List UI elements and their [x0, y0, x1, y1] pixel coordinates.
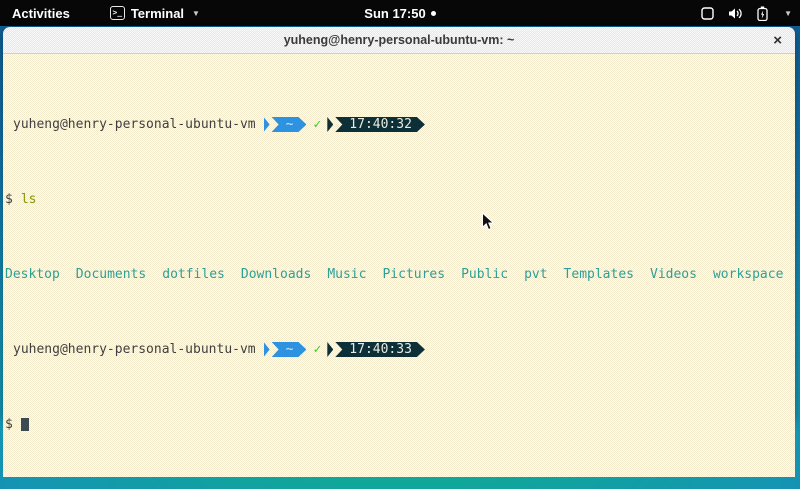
- cwd-segment: ~: [272, 117, 307, 132]
- window-title: yuheng@henry-personal-ubuntu-vm: ~: [284, 33, 515, 47]
- app-menu-terminal[interactable]: >_ Terminal ▼: [110, 6, 200, 21]
- input-line[interactable]: $: [5, 417, 793, 432]
- time-segment: 17:40:32: [335, 117, 425, 132]
- dir-entry: Public: [461, 267, 508, 282]
- terminal-app-icon: >_: [110, 6, 125, 20]
- prompt-symbol: $: [5, 192, 13, 207]
- powerline-arrow-icon: [327, 117, 333, 132]
- time-segment: 17:40:33: [335, 342, 425, 357]
- prompt-symbol: $: [5, 417, 13, 432]
- prompt-line: yuheng@henry-personal-ubuntu-vm ~ ✓ 17:4…: [5, 342, 793, 357]
- dir-entry: workspace: [713, 267, 783, 282]
- ls-output: Desktop Documents dotfiles Downloads Mus…: [5, 267, 793, 282]
- dir-entry: pvt: [524, 267, 547, 282]
- top-bar: Activities >_ Terminal ▼ Sun 17:50 ▼: [0, 0, 800, 26]
- prompt-user-host: yuheng@henry-personal-ubuntu-vm: [13, 117, 256, 132]
- status-check-icon: ✓: [313, 342, 321, 357]
- powerline-arrow-icon: [327, 342, 333, 357]
- cwd-segment: ~: [272, 342, 307, 357]
- app-menu-label: Terminal: [131, 6, 184, 21]
- powerline-arrow-icon: [264, 117, 270, 132]
- dir-entry: Desktop: [5, 267, 60, 282]
- notification-dot-icon: [431, 11, 436, 16]
- command-line: $ ls: [5, 192, 793, 207]
- close-icon[interactable]: ×: [773, 27, 782, 54]
- dir-entry: Pictures: [382, 267, 445, 282]
- terminal-window: yuheng@henry-personal-ubuntu-vm: ~ × yuh…: [3, 27, 795, 418]
- terminal-cursor: [21, 418, 29, 431]
- system-menu-chevron-icon[interactable]: ▼: [784, 9, 792, 18]
- prompt-user-host: yuheng@henry-personal-ubuntu-vm: [13, 342, 256, 357]
- status-check-icon: ✓: [313, 117, 321, 132]
- volume-icon[interactable]: [728, 7, 743, 20]
- dir-entry: Videos: [650, 267, 697, 282]
- powerline-arrow-icon: [264, 342, 270, 357]
- dir-entry: Music: [327, 267, 366, 282]
- prompt-line: yuheng@henry-personal-ubuntu-vm ~ ✓ 17:4…: [5, 117, 793, 132]
- chevron-down-icon: ▼: [192, 9, 200, 18]
- dir-entry: dotfiles: [162, 267, 225, 282]
- terminal-screen[interactable]: yuheng@henry-personal-ubuntu-vm ~ ✓ 17:4…: [3, 54, 795, 477]
- dir-entry: Documents: [76, 267, 146, 282]
- display-icon[interactable]: [701, 7, 714, 20]
- dir-entry: Templates: [564, 267, 634, 282]
- window-titlebar[interactable]: yuheng@henry-personal-ubuntu-vm: ~ ×: [3, 27, 795, 54]
- typed-command: ls: [21, 192, 37, 207]
- mouse-pointer-icon: [481, 212, 495, 237]
- clock[interactable]: Sun 17:50: [364, 6, 425, 21]
- activities-button[interactable]: Activities: [12, 6, 70, 21]
- battery-charging-icon[interactable]: [757, 6, 768, 21]
- dir-entry: Downloads: [241, 267, 311, 282]
